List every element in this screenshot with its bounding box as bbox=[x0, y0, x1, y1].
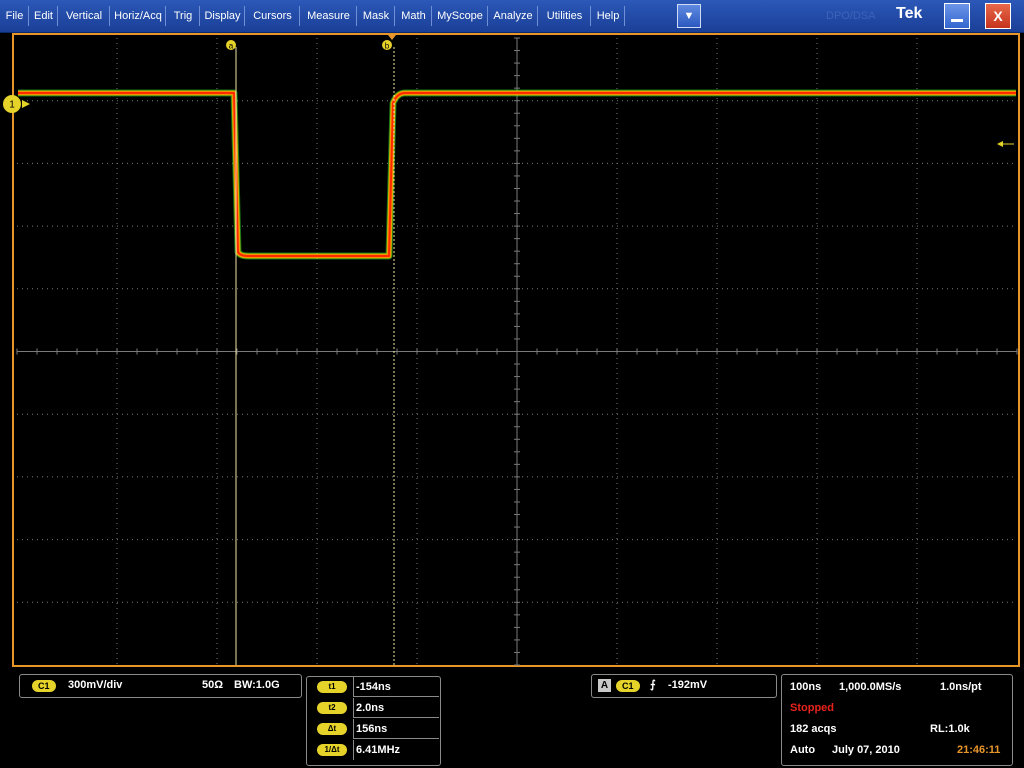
cursor-badge: 1/Δt bbox=[317, 744, 347, 756]
cursor-value: 6.41MHz bbox=[353, 740, 439, 760]
time-resolution: 1.0ns/pt bbox=[940, 681, 982, 693]
trigger-level-marker[interactable] bbox=[997, 141, 1014, 147]
cursor-readout[interactable]: t1 -154ns t2 2.0ns Δt 156ns 1/Δt 6.41MHz bbox=[306, 676, 441, 766]
input-impedance: 50Ω bbox=[202, 679, 224, 691]
channel-1-offset-arrow bbox=[22, 100, 30, 108]
cursor-row: Δt 156ns bbox=[307, 719, 440, 740]
cursor-badge: t2 bbox=[317, 702, 347, 714]
acquisition-status: Stopped bbox=[790, 702, 834, 714]
cursor-value: -154ns bbox=[353, 677, 439, 697]
trigger-level: -192mV bbox=[668, 679, 708, 691]
bandwidth-limit: BW:1.0G bbox=[234, 679, 280, 691]
cursor-value: 2.0ns bbox=[353, 698, 439, 718]
trigger-position-marker bbox=[388, 35, 396, 40]
trigger-readout[interactable]: A C1 ⨍ -192mV bbox=[591, 674, 777, 698]
horizontal-scale: 100ns bbox=[790, 681, 822, 693]
channel-1-marker-label: 1 bbox=[9, 100, 15, 111]
trigger-level-arrow-icon bbox=[997, 141, 1003, 147]
channel-badge: C1 bbox=[32, 680, 56, 692]
vertical-scale: 300mV/div bbox=[68, 679, 123, 691]
cursor-badge: t1 bbox=[317, 681, 347, 693]
cursor-row: t2 2.0ns bbox=[307, 698, 440, 719]
waveform-graticule[interactable]: a b 1 bbox=[0, 0, 1024, 672]
cursor-lines[interactable]: a b bbox=[226, 35, 396, 665]
acquisition-readout[interactable]: 100ns 1,000.0MS/s 1.0ns/pt Stopped 182 a… bbox=[781, 674, 1013, 766]
acquisition-count: 182 acqs bbox=[790, 723, 837, 735]
rising-edge-icon: ⨍ bbox=[650, 679, 656, 691]
date: July 07, 2010 bbox=[832, 744, 900, 756]
record-length: RL:1.0k bbox=[930, 723, 970, 735]
cursor-badge: Δt bbox=[317, 723, 347, 735]
sample-rate: 1,000.0MS/s bbox=[839, 681, 902, 693]
trigger-source-box: A bbox=[598, 679, 611, 692]
time: 21:46:11 bbox=[957, 744, 1001, 756]
cursor-b-label: b bbox=[385, 42, 390, 51]
trigger-channel-badge: C1 bbox=[616, 680, 640, 692]
trigger-mode: Auto bbox=[790, 744, 816, 756]
channel-1-marker[interactable]: 1 bbox=[3, 95, 30, 113]
cursor-a-label: a bbox=[229, 42, 234, 51]
cursor-row: t1 -154ns bbox=[307, 677, 440, 698]
graticule-grid bbox=[16, 37, 1018, 666]
channel-readout[interactable]: C1 300mV/div 50Ω BW:1.0G bbox=[19, 674, 302, 698]
cursor-value: 156ns bbox=[353, 719, 439, 739]
cursor-row: 1/Δt 6.41MHz bbox=[307, 740, 440, 761]
